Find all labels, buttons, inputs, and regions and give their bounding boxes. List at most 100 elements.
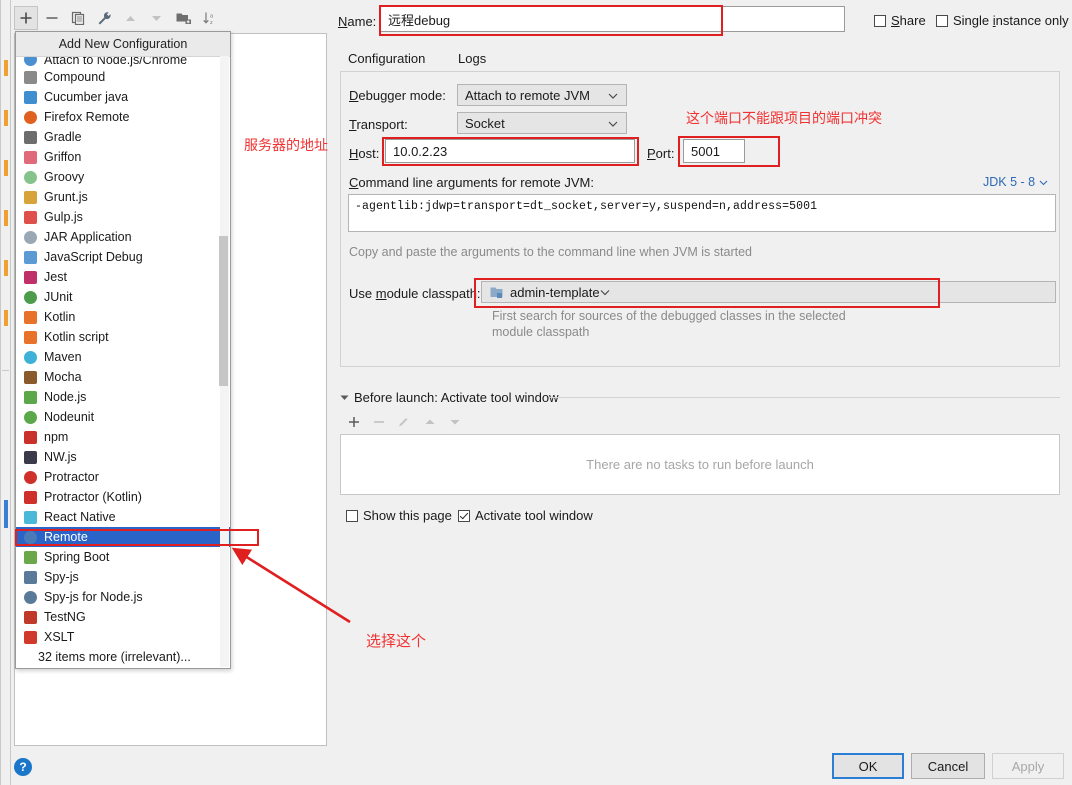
configuration-type-list[interactable]: Attach to Node.js/Chrome Compound Cucumber… xyxy=(16,57,230,668)
apply-button[interactable]: Apply xyxy=(992,753,1064,779)
before-launch-section-header[interactable]: Before launch: Activate tool window xyxy=(340,390,559,405)
list-item[interactable]: Grunt.js xyxy=(16,187,230,207)
list-item-label: Jest xyxy=(44,270,67,284)
list-item[interactable]: Griffon xyxy=(16,147,230,167)
ok-button[interactable]: OK xyxy=(832,753,904,779)
share-label: Share xyxy=(891,13,926,28)
list-item[interactable]: Node.js xyxy=(16,387,230,407)
module-classpath-hint-line1: First search for sources of the debugged… xyxy=(492,309,846,323)
list-item[interactable]: Cucumber java xyxy=(16,87,230,107)
move-task-down-button[interactable] xyxy=(445,412,465,432)
npm-icon xyxy=(22,429,38,445)
list-item[interactable]: Gradle xyxy=(16,127,230,147)
new-folder-button[interactable] xyxy=(172,6,196,30)
show-this-page-checkbox[interactable] xyxy=(346,509,358,522)
list-item[interactable]: Compound xyxy=(16,67,230,87)
list-item-label: Nodeunit xyxy=(44,410,95,424)
list-item[interactable]: Gulp.js xyxy=(16,207,230,227)
list-item[interactable]: 32 items more (irrelevant)... xyxy=(16,647,230,667)
activate-tool-window-checkbox-row[interactable]: Activate tool window xyxy=(458,508,593,523)
groovy-icon xyxy=(22,169,38,185)
list-item[interactable]: Protractor xyxy=(16,467,230,487)
tab-logs[interactable]: Logs xyxy=(458,45,486,71)
list-item[interactable]: npm xyxy=(16,427,230,447)
list-item[interactable]: Remote xyxy=(16,527,230,547)
jdk-version-selector[interactable]: JDK 5 - 8 xyxy=(983,175,1048,189)
add-configuration-button[interactable] xyxy=(14,6,38,30)
list-item[interactable]: Groovy xyxy=(16,167,230,187)
popup-scrollbar[interactable] xyxy=(219,56,229,667)
list-item[interactable]: Kotlin script xyxy=(16,327,230,347)
name-input[interactable]: 远程debug xyxy=(380,6,845,32)
annotation-host-note: 服务器的地址 xyxy=(244,137,328,153)
list-item[interactable]: Attach to Node.js/Chrome xyxy=(16,57,230,67)
activate-tool-window-checkbox[interactable] xyxy=(458,509,470,522)
chevron-down-icon xyxy=(608,88,618,103)
triangle-down-icon xyxy=(450,420,460,425)
list-item[interactable]: Maven xyxy=(16,347,230,367)
single-instance-checkbox-row[interactable]: Single instance only xyxy=(936,13,1069,28)
list-item[interactable]: Jest xyxy=(16,267,230,287)
edit-task-button[interactable] xyxy=(394,412,414,432)
list-item[interactable]: Mocha xyxy=(16,367,230,387)
list-item[interactable]: Kotlin xyxy=(16,307,230,327)
triangle-down-icon xyxy=(151,15,161,21)
share-checkbox[interactable] xyxy=(874,14,886,27)
list-item[interactable]: Spring Boot xyxy=(16,547,230,567)
move-task-up-button[interactable] xyxy=(420,412,440,432)
pencil-icon xyxy=(399,418,408,427)
list-item[interactable]: Spy-js xyxy=(16,567,230,587)
host-input[interactable]: 10.0.2.23 xyxy=(385,139,635,163)
list-item[interactable]: NW.js xyxy=(16,447,230,467)
kotlin-icon xyxy=(22,309,38,325)
edge-divider-2 xyxy=(10,0,11,785)
list-item-label: Spring Boot xyxy=(44,550,110,564)
cancel-button[interactable]: Cancel xyxy=(911,753,985,779)
list-item[interactable]: Spy-js for Node.js xyxy=(16,587,230,607)
list-item[interactable]: Protractor (Kotlin) xyxy=(16,487,230,507)
nodeunit-icon xyxy=(22,409,38,425)
list-item-label: Kotlin script xyxy=(44,330,109,344)
debugger-mode-combo[interactable]: Attach to remote JVM xyxy=(457,84,627,106)
list-item[interactable]: JUnit xyxy=(16,287,230,307)
wrench-icon xyxy=(98,11,111,24)
plus-icon xyxy=(349,417,359,427)
module-classpath-combo[interactable]: admin-template xyxy=(481,281,1056,303)
help-icon[interactable]: ? xyxy=(14,758,32,776)
before-launch-tasks-list[interactable]: There are no tasks to run before launch xyxy=(340,434,1060,495)
module-classpath-value: admin-template xyxy=(510,284,600,300)
show-page-checkbox-row[interactable]: Show this page xyxy=(346,508,452,523)
tab-configuration[interactable]: Configuration xyxy=(348,45,426,73)
single-instance-checkbox[interactable] xyxy=(936,14,948,27)
add-task-button[interactable] xyxy=(344,412,364,432)
protractor-icon xyxy=(22,469,38,485)
command-line-arguments-textarea[interactable]: -agentlib:jdwp=transport=dt_socket,serve… xyxy=(348,194,1056,232)
list-item[interactable]: JavaScript Debug xyxy=(16,247,230,267)
name-label: Name: xyxy=(338,14,377,29)
list-item-label: Compound xyxy=(44,70,106,84)
configurations-toolbar: a z xyxy=(14,2,324,32)
before-launch-title: Before launch: Activate tool window xyxy=(354,390,559,405)
list-item-label: Node.js xyxy=(44,390,87,404)
remove-configuration-button[interactable] xyxy=(40,6,64,30)
list-item[interactable]: Firefox Remote xyxy=(16,107,230,127)
copy-configuration-button[interactable] xyxy=(66,6,90,30)
move-up-button[interactable] xyxy=(118,6,142,30)
move-down-button[interactable] xyxy=(144,6,168,30)
popup-scrollbar-thumb[interactable] xyxy=(219,236,228,386)
edit-templates-button[interactable] xyxy=(92,6,116,30)
list-item[interactable]: XSLT xyxy=(16,627,230,647)
list-item[interactable]: TestNG xyxy=(16,607,230,627)
transport-combo[interactable]: Socket xyxy=(457,112,627,134)
module-classpath-hint: First search for sources of the debugged… xyxy=(492,308,846,340)
list-item[interactable]: React Native xyxy=(16,507,230,527)
annotation-port-note: 这个端口不能跟项目的端口冲突 xyxy=(686,110,882,126)
remove-task-button[interactable] xyxy=(369,412,389,432)
host-label: Host: xyxy=(349,146,380,161)
port-input[interactable]: 5001 xyxy=(683,139,745,163)
triangle-down-icon[interactable] xyxy=(340,394,349,401)
share-checkbox-row[interactable]: Share xyxy=(874,13,926,28)
list-item[interactable]: Nodeunit xyxy=(16,407,230,427)
sort-alphabetically-button[interactable]: a z xyxy=(198,6,222,30)
list-item[interactable]: JAR Application xyxy=(16,227,230,247)
